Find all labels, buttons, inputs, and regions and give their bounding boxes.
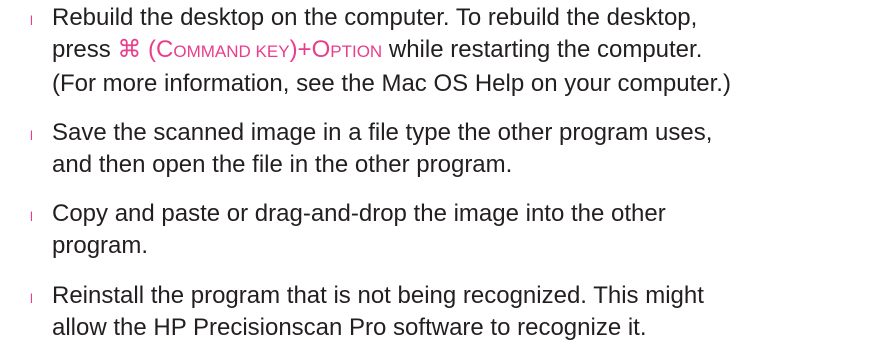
smallcap-rest: OMMAND KEY bbox=[173, 42, 290, 61]
text-line: program. bbox=[52, 232, 149, 259]
paren-open: ( bbox=[148, 36, 157, 63]
text-line: and then open the file in the other prog… bbox=[52, 151, 513, 178]
smallcap-rest: PTION bbox=[330, 42, 383, 61]
text-line: Reinstall the program that is not being … bbox=[52, 282, 704, 309]
text-line: allow the HP Precisionscan Pro software … bbox=[52, 314, 647, 341]
list-item-text: Reinstall the program that is not being … bbox=[52, 280, 886, 344]
troubleshooting-list: l Rebuild the desktop on the computer. T… bbox=[0, 0, 886, 341]
bullet-marker: l bbox=[30, 128, 33, 143]
list-item-text: Copy and paste or drag-and-drop the imag… bbox=[52, 198, 886, 262]
bullet-marker: l bbox=[30, 291, 33, 306]
text-line: Rebuild the desktop on the computer. To … bbox=[52, 4, 698, 31]
text-line: press ⌘ (COMMAND KEY)+OPTION while resta… bbox=[52, 34, 886, 68]
list-item-text: Save the scanned image in a file type th… bbox=[52, 117, 886, 181]
command-key-label: ⌘ (COMMAND KEY)+OPTION bbox=[117, 36, 382, 63]
text-line: Copy and paste or drag-and-drop the imag… bbox=[52, 200, 666, 227]
text-line: Save the scanned image in a file type th… bbox=[52, 119, 713, 146]
bullet-marker: l bbox=[30, 209, 33, 224]
text-fragment: press bbox=[52, 36, 111, 63]
bullet-marker: l bbox=[30, 13, 33, 28]
list-item-text: Rebuild the desktop on the computer. To … bbox=[52, 2, 886, 100]
smallcap-initial: C bbox=[156, 36, 174, 63]
smallcap-initial: O bbox=[311, 36, 331, 63]
command-key-icon: ⌘ bbox=[117, 36, 142, 63]
text-line: (For more information, see the Mac OS He… bbox=[52, 70, 731, 97]
text-fragment: while restarting the computer. bbox=[388, 36, 703, 63]
paren-close-plus: )+ bbox=[289, 36, 312, 63]
